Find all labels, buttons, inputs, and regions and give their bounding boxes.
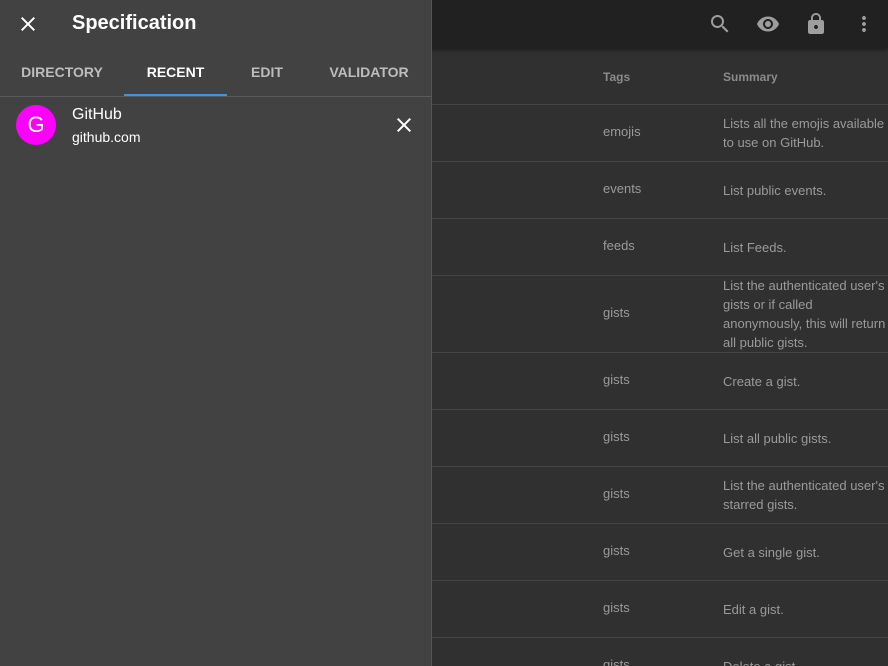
row-tag: gists [603, 372, 630, 387]
row-tag: gists [603, 657, 630, 666]
row-tag: gists [603, 543, 630, 558]
remove-recent-button[interactable] [392, 113, 416, 137]
row-summary: List all public gists. [723, 431, 832, 446]
row-tag: emojis [603, 124, 641, 139]
row-summary: Delete a gist. [723, 657, 888, 666]
specification-drawer: Specification DIRECTORY RECENT EDIT VALI… [0, 0, 432, 666]
row-summary: List the authenticated user's gists or i… [723, 278, 886, 350]
eye-icon[interactable] [744, 0, 792, 48]
row-summary: List public events. [723, 183, 827, 198]
recent-item-url: github.com [72, 129, 141, 145]
avatar: G [16, 105, 56, 145]
row-summary: List the authenticated user's starred gi… [723, 478, 885, 512]
row-tag: gists [603, 429, 630, 444]
more-vert-icon[interactable] [840, 0, 888, 48]
recent-item-name: GitHub [72, 106, 122, 123]
column-header-summary[interactable]: Summary [723, 70, 778, 84]
recent-spec-item[interactable]: G GitHub github.com [0, 97, 431, 153]
row-summary: Create a gist. [723, 374, 801, 389]
row-tag: events [603, 181, 642, 196]
row-tag: feeds [603, 238, 635, 253]
row-summary: Lists all the emojis available to use on… [723, 116, 885, 150]
row-summary: List Feeds. [723, 240, 787, 255]
row-tag: gists [603, 486, 630, 501]
tab-directory[interactable]: DIRECTORY [0, 48, 124, 96]
drawer-title: Specification [72, 12, 197, 34]
drawer-header: Specification [0, 0, 431, 48]
active-tab-indicator [124, 94, 227, 96]
toolbar-actions [696, 0, 888, 48]
row-tag: gists [603, 305, 630, 320]
column-header-tags[interactable]: Tags [603, 70, 630, 84]
close-icon [21, 17, 35, 31]
tab-edit[interactable]: EDIT [227, 48, 307, 96]
close-drawer-button[interactable] [16, 12, 40, 36]
row-summary: Get a single gist. [723, 545, 820, 560]
row-tag: gists [603, 600, 630, 615]
tab-recent[interactable]: RECENT [124, 48, 227, 96]
drawer-tabs: DIRECTORY RECENT EDIT VALIDATOR [0, 48, 431, 97]
tab-validator[interactable]: VALIDATOR [307, 48, 431, 96]
search-icon[interactable] [696, 0, 744, 48]
close-icon [397, 118, 411, 132]
lock-icon[interactable] [792, 0, 840, 48]
row-summary: Edit a gist. [723, 602, 784, 617]
